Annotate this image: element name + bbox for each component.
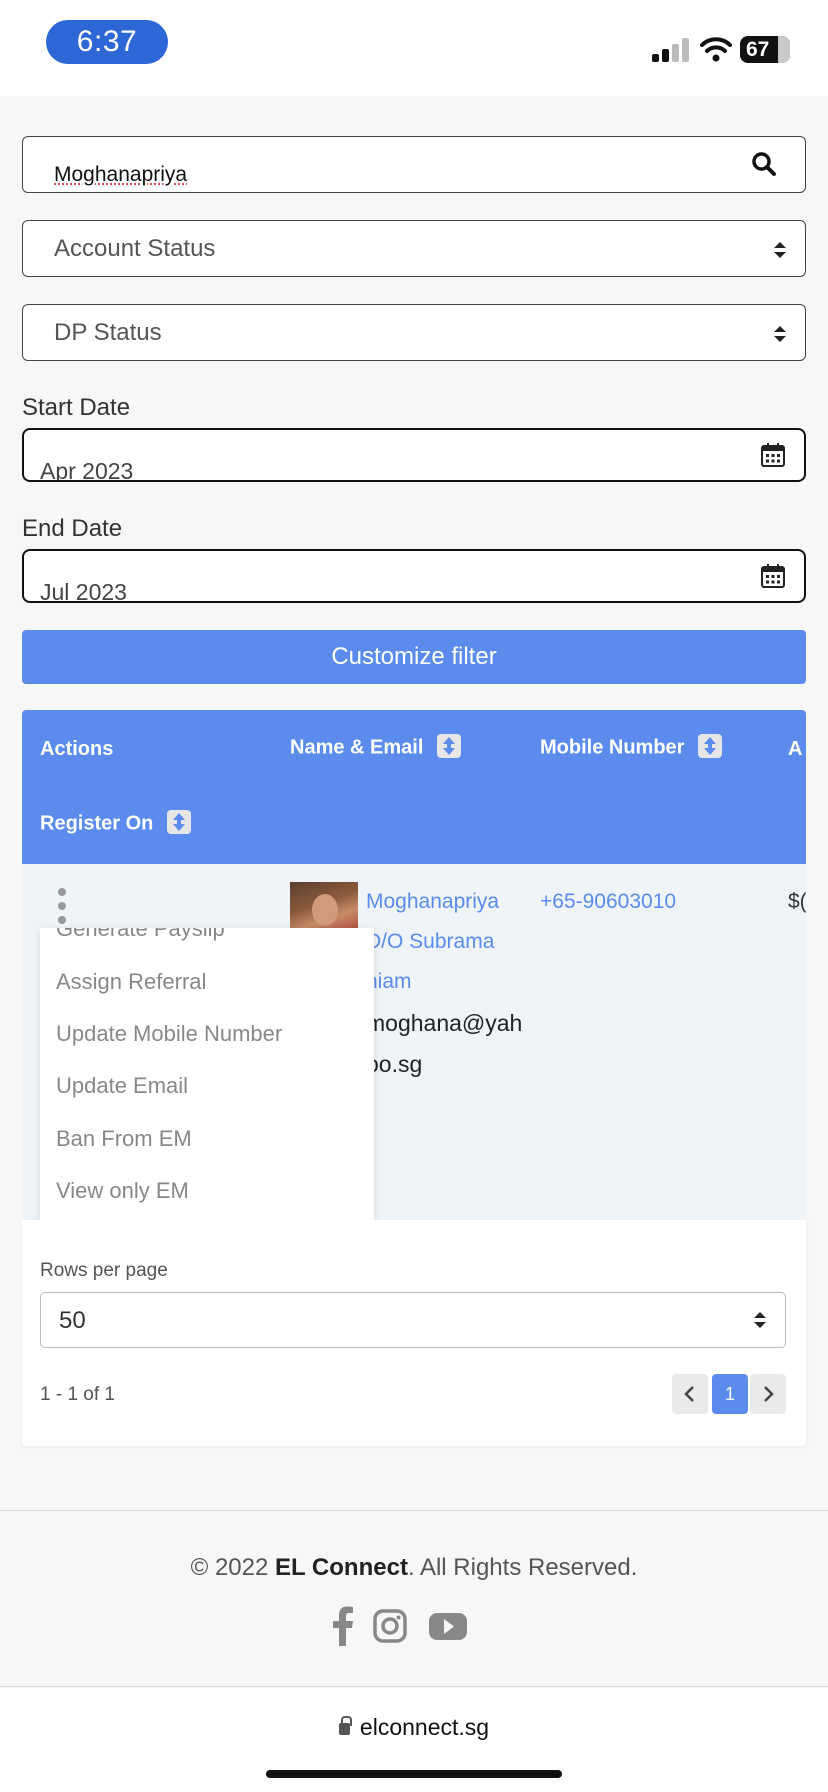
menu-item-update-email[interactable]: Update Email [56,1073,188,1099]
calendar-icon[interactable] [760,442,786,468]
select-arrows-icon [774,326,786,342]
account-status-label: Account Status [54,235,216,262]
header-actions: Actions [40,738,114,760]
rows-per-page-label: Rows per page [40,1260,168,1281]
search-value: Moghanapriya [54,163,188,186]
chevron-left-icon [684,1386,694,1402]
status-time: 6:37 [46,20,168,64]
pagination-panel: Rows per page 50 1 - 1 of 1 1 [22,1220,806,1446]
start-date-input[interactable]: Apr 2023 [22,428,806,482]
menu-item-generate-payslip[interactable]: Generate Payslip [56,928,225,942]
search-input[interactable]: Moghanapriya [22,136,806,193]
row-actions-menu: Generate Payslip Assign Referral Update … [40,928,374,1220]
header-register-on[interactable]: Register On [40,810,192,836]
sort-arrows-icon[interactable] [437,734,462,758]
lock-icon [338,1716,352,1735]
footer-copyright: © 2022 EL Connect. All Rights Reserved. [0,1554,828,1582]
footer-divider [0,1510,828,1511]
rows-per-page-value: 50 [59,1307,86,1334]
table-header: Actions Name & Email Mobile Number A Reg… [22,710,806,864]
youtube-icon[interactable] [428,1606,468,1646]
header-name-email[interactable]: Name & Email [290,734,462,760]
chevron-right-icon [764,1386,774,1402]
status-bar: 6:37 67 [0,0,828,96]
browser-url[interactable]: elconnect.sg [360,1714,489,1740]
start-date-label: Start Date [22,394,131,421]
prev-page-button[interactable] [672,1374,708,1414]
select-arrows-icon [754,1312,766,1328]
battery-icon: 67 [740,36,790,63]
user-name-line1[interactable]: Moghanapriya [366,890,499,914]
user-mobile[interactable]: +65-90603010 [540,890,676,914]
calendar-icon[interactable] [760,563,786,589]
user-email-line1: moghana@yah [366,1010,523,1036]
copyright-prefix: © 2022 [190,1554,276,1581]
battery-level: 67 [746,38,770,61]
header-cut-column: A [788,738,803,760]
end-date-label: End Date [22,515,123,542]
sort-arrows-icon[interactable] [167,810,192,834]
user-name-line2[interactable]: D/O Subrama [366,930,494,954]
dp-status-select[interactable]: DP Status [22,304,806,361]
header-name-email-label: Name & Email [290,736,424,759]
start-date-value: Apr 2023 [40,458,134,482]
customize-filter-button[interactable]: Customize filter [22,630,806,684]
pagination-range: 1 - 1 of 1 [40,1384,115,1405]
user-email-line2: oo.sg [366,1051,423,1077]
home-indicator[interactable] [266,1770,562,1778]
kebab-menu-icon[interactable] [58,888,66,928]
next-page-button[interactable] [750,1374,786,1414]
end-date-input[interactable]: Jul 2023 [22,549,806,603]
copyright-suffix: . All Rights Reserved. [407,1554,638,1581]
header-mobile[interactable]: Mobile Number [540,734,723,760]
account-status-select[interactable]: Account Status [22,220,806,277]
search-icon[interactable] [751,151,777,177]
menu-item-view-only-em[interactable]: View only EM [56,1178,189,1204]
dp-status-label: DP Status [54,319,162,346]
cellular-signal-icon [652,38,690,62]
menu-item-update-mobile[interactable]: Update Mobile Number [56,1021,282,1047]
wifi-icon [700,37,732,62]
page-1-button[interactable]: 1 [712,1374,748,1414]
browser-divider [0,1686,828,1687]
rows-per-page-select[interactable]: 50 [40,1292,786,1348]
sort-arrows-icon[interactable] [698,734,723,758]
cut-column-value: $( [788,890,806,913]
footer-brand: EL Connect [275,1554,408,1581]
instagram-icon[interactable] [372,1606,408,1646]
select-arrows-icon [774,242,786,258]
end-date-value: Jul 2023 [40,579,127,603]
header-register-on-label: Register On [40,812,154,835]
facebook-icon[interactable] [332,1606,354,1646]
menu-item-assign-referral[interactable]: Assign Referral [56,969,206,995]
header-mobile-label: Mobile Number [540,736,685,759]
menu-item-ban-from-em[interactable]: Ban From EM [56,1126,192,1152]
